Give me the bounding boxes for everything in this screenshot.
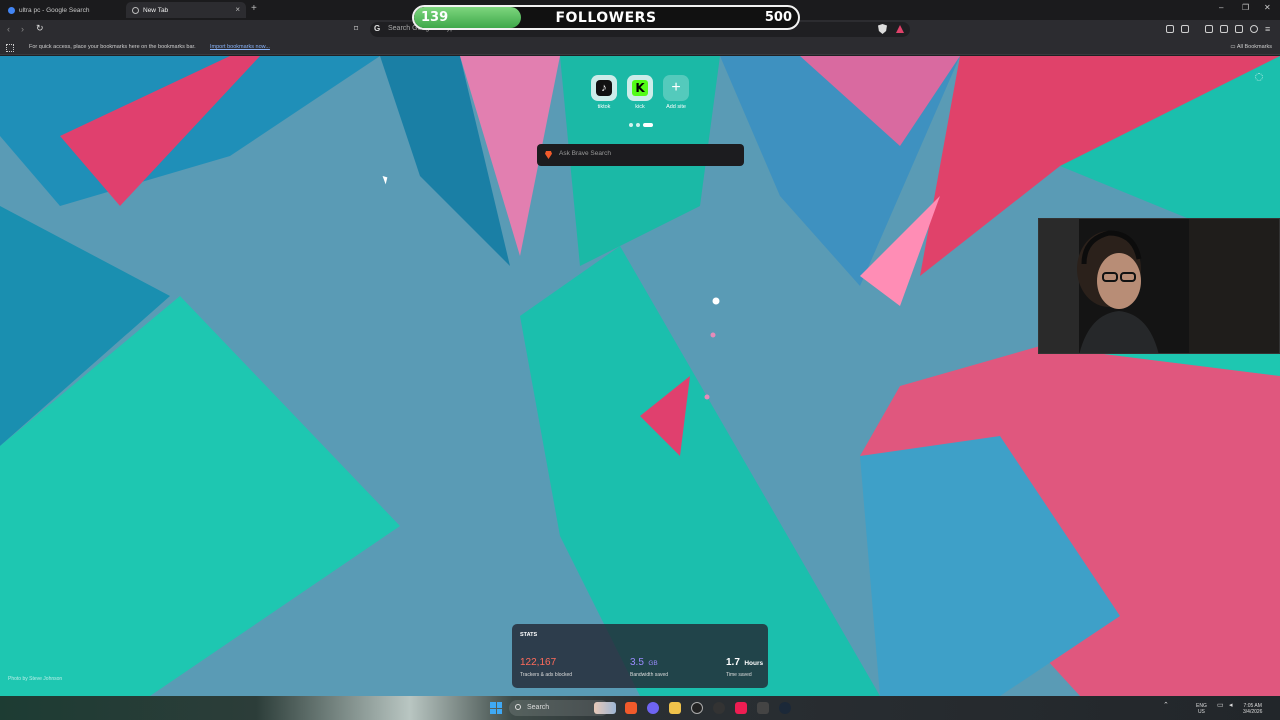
webcam-feed bbox=[1038, 218, 1280, 354]
stats-widget: STATS 122,167 Trackers & ads blocked 3.5… bbox=[512, 624, 768, 688]
top-site-label: Add site bbox=[666, 104, 686, 110]
top-sites-pager[interactable] bbox=[629, 123, 653, 127]
network-icon[interactable]: ▭ bbox=[1217, 702, 1224, 709]
windows-start-icon[interactable] bbox=[490, 702, 502, 714]
stat-time: 1.7 Hours Time saved bbox=[726, 652, 763, 678]
close-window-icon[interactable]: ✕ bbox=[1264, 3, 1271, 12]
streamer-image bbox=[1039, 219, 1279, 353]
brave-search-input[interactable]: Ask Brave Search bbox=[559, 150, 611, 157]
sidebar-icon[interactable] bbox=[1205, 25, 1213, 33]
close-tab-icon[interactable]: × bbox=[235, 5, 240, 14]
bandwidth-unit: GB bbox=[648, 660, 658, 667]
tab-new-tab[interactable]: New Tab × bbox=[126, 2, 246, 18]
stats-title: STATS bbox=[520, 632, 538, 638]
steam-icon[interactable] bbox=[779, 702, 791, 714]
photo-credit[interactable]: Photo by Steve Johnson bbox=[8, 676, 62, 682]
file-explorer-icon[interactable] bbox=[669, 702, 681, 714]
time-caption: Time saved bbox=[726, 672, 752, 678]
new-tab-page: ♪ tiktok K kick + Add site Ask Brave Sea… bbox=[0, 56, 1280, 696]
reading-list-icon[interactable] bbox=[1181, 25, 1189, 33]
followers-goal-bar: 139 FOLLOWERS 500 bbox=[412, 5, 800, 30]
clock-date: 3/4/2026 bbox=[1243, 709, 1263, 715]
add-site-button[interactable]: + Add site bbox=[662, 75, 690, 110]
search-icon bbox=[515, 704, 521, 710]
all-bookmarks-label: All Bookmarks bbox=[1236, 44, 1272, 50]
bandwidth-value: 3.5 bbox=[630, 657, 644, 668]
bookmarks-bar-hint: For quick access, place your bookmarks h… bbox=[29, 44, 196, 50]
stat-trackers: 122,167 Trackers & ads blocked bbox=[520, 652, 572, 678]
extensions-icon[interactable] bbox=[1166, 25, 1174, 33]
vpn-icon[interactable] bbox=[1250, 25, 1258, 33]
volume-icon[interactable]: ◂ bbox=[1229, 702, 1233, 709]
google-icon bbox=[8, 6, 15, 14]
brave-icon[interactable] bbox=[625, 702, 637, 714]
reload-icon[interactable]: ↻ bbox=[36, 23, 44, 34]
top-site-label: tiktok bbox=[597, 104, 611, 110]
tiktok-live-icon[interactable] bbox=[735, 702, 747, 714]
followers-label: FOLLOWERS bbox=[555, 10, 657, 26]
top-site-kick[interactable]: K kick bbox=[626, 75, 654, 110]
followers-goal: 500 bbox=[764, 10, 792, 25]
windows-taskbar bbox=[0, 696, 1280, 720]
google-icon: G bbox=[374, 24, 381, 33]
new-tab-button[interactable]: + bbox=[251, 3, 257, 14]
back-icon[interactable]: ‹ bbox=[7, 24, 10, 34]
import-bookmarks-link[interactable]: Import bookmarks now... bbox=[210, 44, 270, 50]
brave-search-box[interactable]: Ask Brave Search bbox=[537, 144, 744, 166]
tiktok-icon: ♪ bbox=[596, 80, 612, 96]
tab-title: ultra pc - Google Search bbox=[19, 6, 90, 14]
settings-icon[interactable] bbox=[1255, 73, 1263, 81]
kick-icon: K bbox=[632, 80, 648, 96]
apps-icon[interactable] bbox=[6, 44, 14, 52]
app-icon[interactable] bbox=[713, 702, 725, 714]
wallet-icon[interactable] bbox=[1220, 25, 1228, 33]
trackers-value: 122,167 bbox=[520, 657, 557, 668]
tray-chevron-icon[interactable]: ⌃ bbox=[1163, 702, 1169, 709]
clock[interactable]: 7:05 AM 3/4/2026 bbox=[1243, 703, 1262, 715]
taskbar-search-label: Search bbox=[527, 704, 550, 711]
stat-bandwidth: 3.5 GB Bandwidth saved bbox=[630, 652, 668, 678]
pager-dot[interactable] bbox=[629, 123, 633, 127]
bandwidth-caption: Bandwidth saved bbox=[630, 672, 669, 678]
time-value: 1.7 bbox=[726, 657, 740, 668]
obs-icon[interactable] bbox=[691, 702, 703, 714]
app-icon[interactable] bbox=[757, 702, 769, 714]
bookmark-icon[interactable]: ⌑ bbox=[354, 24, 358, 33]
time-unit: Hours bbox=[744, 660, 764, 667]
restore-icon[interactable]: ❐ bbox=[1242, 3, 1249, 12]
plus-icon: + bbox=[671, 79, 681, 96]
minimize-icon[interactable]: – bbox=[1219, 3, 1223, 12]
top-site-label: kick bbox=[635, 104, 645, 110]
forward-icon[interactable]: › bbox=[21, 24, 24, 34]
pager-dot-active[interactable] bbox=[643, 123, 653, 127]
menu-icon[interactable]: ≡ bbox=[1265, 24, 1270, 34]
discord-icon[interactable] bbox=[647, 702, 659, 714]
widgets-icon[interactable] bbox=[594, 702, 616, 714]
trackers-caption: Trackers & ads blocked bbox=[520, 672, 573, 678]
language-indicator[interactable]: ENG US bbox=[1196, 703, 1207, 715]
tab-title: New Tab bbox=[143, 6, 169, 14]
brave-logo-icon bbox=[545, 151, 552, 159]
leo-icon[interactable] bbox=[1235, 25, 1243, 33]
tab-google-search[interactable]: ultra pc - Google Search bbox=[2, 2, 122, 18]
all-bookmarks-button[interactable]: ▭ All Bookmarks bbox=[1230, 44, 1272, 50]
top-site-tiktok[interactable]: ♪ tiktok bbox=[590, 75, 618, 110]
pager-dot[interactable] bbox=[636, 123, 640, 127]
region-label: US bbox=[1197, 709, 1205, 715]
shield-icon bbox=[132, 6, 139, 14]
